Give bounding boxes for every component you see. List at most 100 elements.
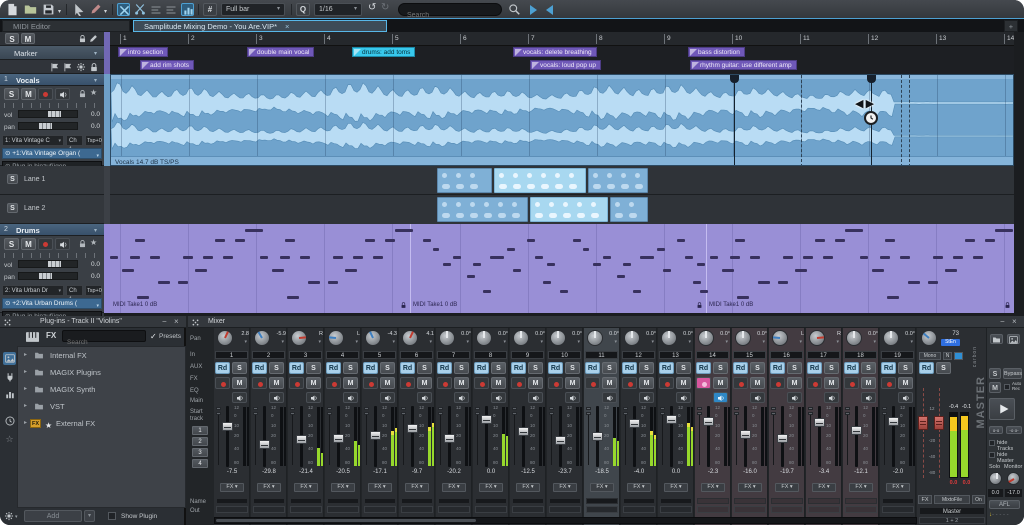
- midi-note[interactable]: [203, 256, 213, 259]
- aux-mini-fader[interactable]: [216, 407, 221, 410]
- mixer-solo-button[interactable]: S: [989, 368, 1001, 379]
- fader-track[interactable]: [263, 406, 266, 467]
- aux-mini-fader[interactable]: [549, 407, 554, 410]
- master-clip-right[interactable]: 0.0: [960, 480, 973, 486]
- midi-note[interactable]: [750, 256, 760, 259]
- mute-button[interactable]: M: [824, 377, 839, 389]
- record-button[interactable]: [289, 377, 304, 389]
- master-fader-track-left[interactable]: [923, 388, 924, 478]
- midi-note[interactable]: [633, 290, 641, 293]
- speaker-button[interactable]: [491, 392, 506, 403]
- timeline-marker[interactable]: drums: add toms: [352, 47, 415, 57]
- speaker-button[interactable]: [417, 392, 432, 403]
- pan-dropdown-icon[interactable]: ▾: [910, 339, 913, 345]
- fader-track[interactable]: [633, 406, 636, 467]
- channel-name-field[interactable]: [549, 498, 581, 504]
- timeline-marker[interactable]: vocals: loud pop up: [530, 60, 601, 70]
- record-ready-button[interactable]: Rd: [622, 362, 637, 374]
- channel-out-field[interactable]: [697, 506, 729, 513]
- channel-out-field[interactable]: [660, 506, 692, 513]
- record-button[interactable]: [622, 377, 637, 389]
- pan-dropdown-icon[interactable]: ▾: [281, 339, 284, 345]
- channel-out-field[interactable]: [438, 506, 470, 513]
- track-record-button[interactable]: [38, 88, 53, 100]
- start-track-1-button[interactable]: 1: [192, 426, 208, 435]
- midi-note[interactable]: [722, 269, 734, 272]
- pan-knob[interactable]: [365, 330, 381, 346]
- tree-item-magix-plugins[interactable]: ▸MAGIX Plugins: [18, 364, 185, 381]
- tool-dropdown-icon[interactable]: ▾: [104, 8, 107, 15]
- solo-button[interactable]: S: [454, 362, 469, 374]
- timeline-ruler[interactable]: 1234567891011121314: [110, 32, 1014, 46]
- master-fader-left[interactable]: [918, 416, 928, 430]
- fx-button[interactable]: FX ▾: [590, 483, 614, 492]
- midi-note[interactable]: [547, 263, 555, 266]
- open-project-icon[interactable]: [24, 3, 37, 16]
- speaker-button[interactable]: [565, 392, 580, 403]
- timeline-marker[interactable]: intro section: [118, 47, 168, 57]
- mute-button[interactable]: M: [528, 377, 543, 389]
- window-drag-handle-icon[interactable]: [192, 319, 199, 326]
- fx-button[interactable]: FX ▾: [849, 483, 873, 492]
- fx-button[interactable]: FX ▾: [664, 483, 688, 492]
- track-monitor-button[interactable]: [55, 88, 70, 100]
- midi-note[interactable]: [657, 248, 665, 251]
- channel-out-field[interactable]: [845, 506, 877, 513]
- midi-note[interactable]: [933, 256, 943, 259]
- pan-dropdown-icon[interactable]: ▾: [688, 339, 691, 345]
- mute-button[interactable]: M: [639, 377, 654, 389]
- master-fx-button[interactable]: FX: [918, 495, 932, 504]
- tree-item-external-fx[interactable]: ▸FX★External FX: [18, 415, 185, 432]
- chevron-down-icon[interactable]: ▾: [94, 50, 97, 57]
- midi-note[interactable]: [543, 281, 551, 284]
- speaker-button[interactable]: [787, 392, 802, 403]
- plugin-slot[interactable]: ⊙ +1:Vita Vintage Organ (▾: [2, 148, 102, 159]
- mono-button[interactable]: Mono: [919, 352, 941, 360]
- channel-name-field[interactable]: [623, 498, 655, 504]
- quantize-value-dropdown[interactable]: 1/16▾: [314, 3, 362, 16]
- channel-name-field[interactable]: [475, 498, 507, 504]
- master-solo-button[interactable]: S: [936, 362, 951, 374]
- midi-note[interactable]: [823, 256, 833, 259]
- pan-dropdown-icon[interactable]: ▾: [762, 339, 765, 345]
- midi-note[interactable]: [560, 290, 568, 293]
- chevron-down-icon[interactable]: ▾: [15, 514, 18, 520]
- fader-cap[interactable]: [518, 427, 529, 436]
- chart-view-icon[interactable]: [3, 388, 16, 401]
- record-button[interactable]: [511, 377, 526, 389]
- favorites-view-icon[interactable]: ☆: [3, 432, 16, 445]
- grid-value-dropdown[interactable]: Full bar▾: [221, 3, 285, 16]
- pan-dropdown-icon[interactable]: ▾: [244, 339, 247, 345]
- pan-dropdown-icon[interactable]: ▾: [577, 339, 580, 345]
- pan-dropdown-icon[interactable]: ▾: [355, 339, 358, 345]
- global-mute-button[interactable]: M: [21, 33, 35, 44]
- record-button[interactable]: [548, 377, 563, 389]
- track-solo-button[interactable]: S: [4, 238, 19, 250]
- aux-mini-fader[interactable]: [327, 407, 332, 410]
- midi-note[interactable]: [535, 256, 543, 259]
- midi-note[interactable]: [985, 239, 995, 242]
- speaker-button[interactable]: [528, 392, 543, 403]
- presets-checkbox[interactable]: ✓: [150, 332, 157, 341]
- master-fader-track-right[interactable]: [939, 388, 940, 478]
- paint-icon[interactable]: [89, 34, 98, 43]
- fader-cap[interactable]: [407, 424, 418, 433]
- track-mute-button[interactable]: M: [21, 88, 36, 100]
- settings-gear-icon[interactable]: [4, 511, 14, 521]
- link-button[interactable]: o-o: [989, 426, 1003, 434]
- transpose-select[interactable]: Tsp+0: [85, 135, 102, 146]
- fx-button[interactable]: FX ▾: [775, 483, 799, 492]
- fader-track[interactable]: [522, 406, 525, 467]
- record-ready-button[interactable]: Rd: [437, 362, 452, 374]
- midi-note[interactable]: [795, 269, 807, 272]
- pan-dropdown-icon[interactable]: ▾: [725, 339, 728, 345]
- speaker-button[interactable]: [713, 392, 728, 403]
- channel-name-field[interactable]: [401, 498, 433, 504]
- undo-icon[interactable]: ↺: [368, 2, 376, 13]
- midi-note[interactable]: [900, 256, 910, 259]
- save-dropdown-icon[interactable]: ▾: [58, 8, 61, 15]
- channel-out-field[interactable]: [512, 506, 544, 513]
- browser-view-icon[interactable]: [3, 352, 16, 365]
- monitor-level-knob[interactable]: [1007, 472, 1020, 485]
- midi-note[interactable]: [385, 239, 395, 242]
